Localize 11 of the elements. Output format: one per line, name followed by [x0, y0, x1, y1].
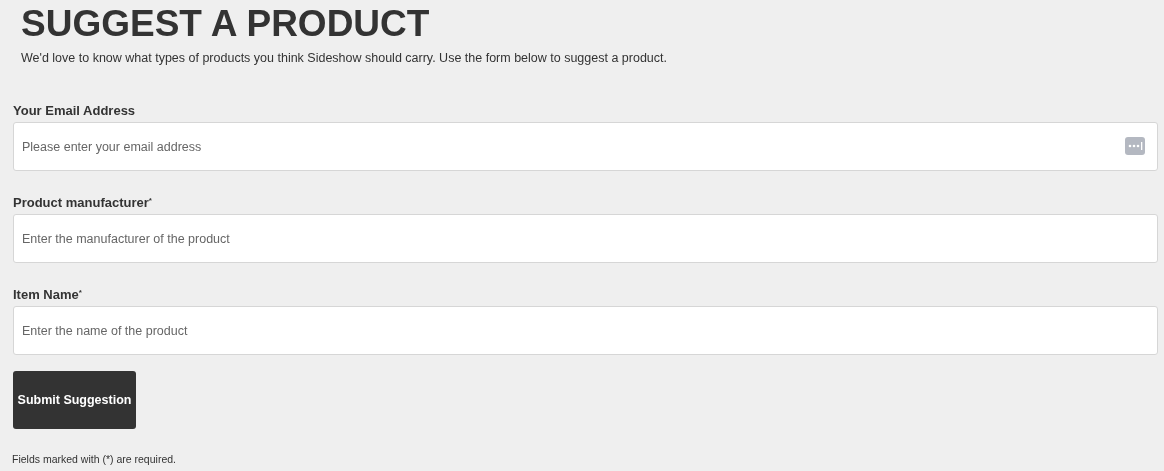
- autofill-icon[interactable]: [1125, 137, 1145, 155]
- text-field[interactable]: Please enter your email address: [13, 122, 1158, 171]
- text-field[interactable]: Enter the name of the product: [13, 306, 1158, 355]
- submit-button[interactable]: Submit Suggestion: [13, 371, 136, 429]
- field-label: Product manufacturer$^{*}$: [13, 195, 152, 211]
- required-note: Fields marked with (*) are required.: [12, 453, 176, 466]
- field-label: Item Name$^{*}$: [13, 287, 82, 303]
- intro-text: We'd love to know what types of products you think Sideshow should carry. Use the form below to suggest a product.: [21, 50, 667, 66]
- text-field[interactable]: Enter the manufacturer of the product: [13, 214, 1158, 263]
- field-label: Your Email Address: [13, 103, 136, 119]
- page-title: SUGGEST A PRODUCT: [21, 2, 430, 45]
